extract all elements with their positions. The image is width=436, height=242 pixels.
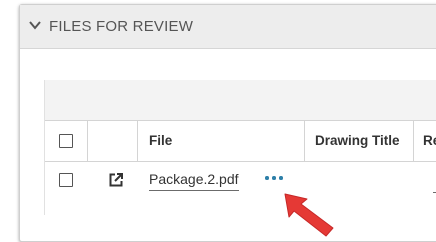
column-divider [137, 121, 138, 161]
column-divider [304, 121, 305, 161]
files-for-review-panel: FILES FOR REVIEW File Drawing Title Re [19, 4, 436, 242]
select-all-checkbox[interactable] [59, 134, 73, 148]
page: FILES FOR REVIEW File Drawing Title Re [0, 0, 436, 242]
row-select-checkbox[interactable] [59, 173, 73, 187]
panel-header[interactable]: FILES FOR REVIEW [20, 5, 436, 49]
column-header-file[interactable]: File [149, 133, 172, 148]
column-divider [87, 121, 88, 161]
panel-title: FILES FOR REVIEW [49, 18, 194, 35]
column-header-truncated[interactable]: Re [423, 133, 436, 148]
files-table: File Drawing Title Re Package.2.pdf [44, 80, 436, 215]
red-pointer-arrow-icon [284, 193, 334, 237]
file-name-link[interactable]: Package.2.pdf [149, 171, 239, 191]
table-toolbar-band [45, 80, 436, 120]
column-header-drawing-title[interactable]: Drawing Title [315, 133, 400, 148]
table-row: Package.2.pdf [45, 161, 436, 203]
chevron-down-icon[interactable] [28, 18, 42, 32]
more-options-icon[interactable] [263, 173, 285, 183]
open-external-icon[interactable] [108, 172, 124, 188]
table-header-row: File Drawing Title Re [45, 120, 436, 162]
column-divider [413, 121, 414, 161]
